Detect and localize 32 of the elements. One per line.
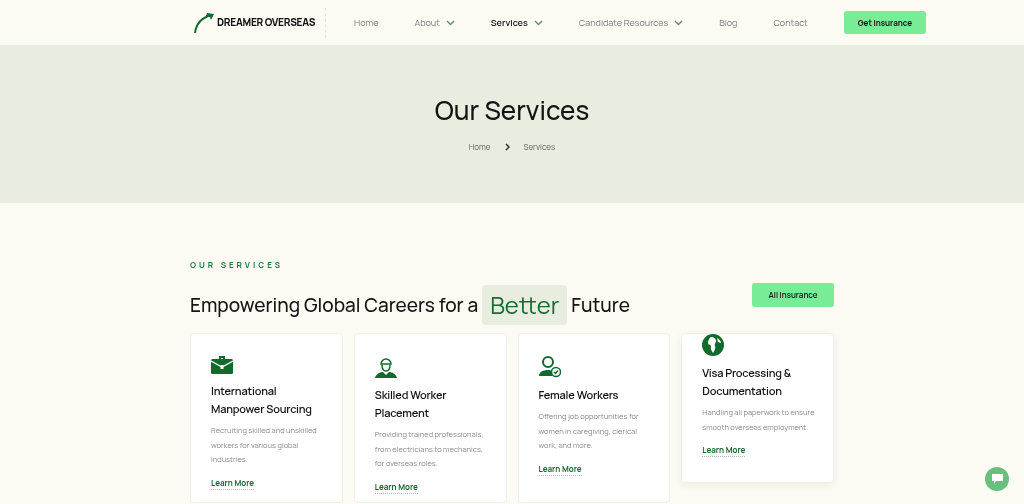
chat-icon xyxy=(991,474,1003,484)
section-eyebrow: OUR SERVICES xyxy=(190,259,285,271)
card-title: Skilled Worker Placement xyxy=(374,386,448,422)
page-title: Our Services xyxy=(434,97,590,123)
all-insurance-button[interactable]: All Insurance xyxy=(752,283,834,307)
logo[interactable]: DREAMER OVERSEAS xyxy=(193,7,327,38)
chevron-right-icon xyxy=(504,143,510,151)
logo-text: DREAMER OVERSEAS xyxy=(217,15,316,30)
airplane-icon xyxy=(193,11,215,34)
briefcase-icon xyxy=(211,356,233,374)
card-title: International Manpower Sourcing xyxy=(211,382,313,418)
nav-link[interactable]: Blog xyxy=(719,15,738,30)
chat-button[interactable] xyxy=(985,467,1009,491)
card-title: Female Workers xyxy=(538,386,620,404)
nav-link[interactable]: Candidate Resources xyxy=(578,15,684,30)
nav-link[interactable]: About xyxy=(414,15,455,30)
get-insurance-button[interactable]: Get Insurance xyxy=(843,11,926,34)
woman-check-icon xyxy=(538,356,561,378)
learn-more-link[interactable]: Learn More xyxy=(374,480,418,494)
section-heading: Future xyxy=(571,290,630,320)
nav-link[interactable]: Contact xyxy=(773,15,808,30)
breadcrumb-item[interactable]: Home xyxy=(468,141,491,153)
worker-icon xyxy=(374,356,397,378)
learn-more-link[interactable]: Learn More xyxy=(211,476,255,490)
nav-link[interactable]: Services xyxy=(490,15,543,30)
card-title: Visa Processing & Documentation xyxy=(702,364,792,400)
section-heading: Empowering Global Careers for a xyxy=(190,290,479,320)
learn-more-link[interactable]: Learn More xyxy=(538,462,582,476)
learn-more-link[interactable]: Learn More xyxy=(702,444,746,457)
breadcrumb-item: Services xyxy=(523,141,556,153)
heading-highlight: Better xyxy=(482,285,568,325)
nav-link[interactable]: Home xyxy=(354,15,379,30)
